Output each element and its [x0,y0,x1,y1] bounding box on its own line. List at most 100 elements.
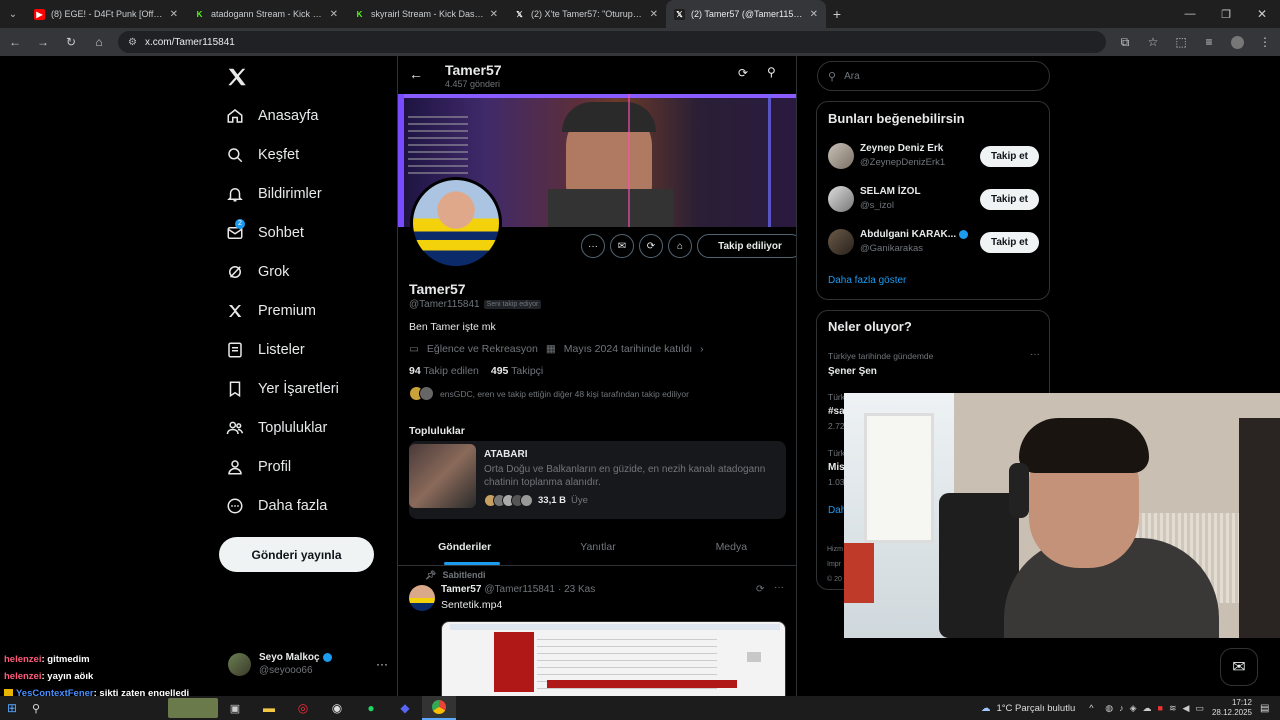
close-window-icon[interactable]: ✕ [1244,7,1280,21]
more-horizontal-icon[interactable]: ··· [774,582,784,593]
new-tab-button[interactable]: + [826,6,848,22]
task-view-icon[interactable]: ▣ [218,702,252,715]
sidebar-item-bell[interactable]: Bildirimler [212,174,397,213]
browser-tab[interactable]: 𝕏 (2) Tamer57 (@Tamer115841) / ✕ [666,0,826,28]
extensions-icon[interactable]: ⬚ [1172,33,1190,51]
sidebar-item-search[interactable]: Keşfet [212,135,397,174]
install-app-icon[interactable]: ⧉ [1116,33,1134,51]
grok-icon[interactable]: ⟳ [756,584,764,595]
profile-avatar[interactable] [410,177,502,269]
footer-link[interactable]: Impr [827,557,843,572]
grok-header-icon[interactable]: ⟳ [738,66,748,80]
tab-posts[interactable]: Gönderiler [398,528,531,565]
followers-label: Takipçi [511,365,544,377]
back-icon[interactable]: ← [6,33,24,51]
search-input[interactable]: ⚲ Ara [817,61,1050,91]
opera-icon[interactable]: ◎ [286,701,320,715]
message-button[interactable]: ✉ [610,234,634,258]
url-input[interactable]: ⚙ x.com/Tamer115841 [118,31,1106,53]
sidebar-item-people[interactable]: Topluluklar [212,408,397,447]
footer-link[interactable]: Hizm [827,542,843,557]
more-horizontal-icon[interactable]: ··· [1030,349,1040,360]
media-icon[interactable]: ≡ [1200,33,1218,51]
volume-icon: ◀ [1182,702,1190,713]
trend-item[interactable]: Türkiye tarihinde gündemde Şener Şen ··· [828,349,1040,377]
x-logo-icon[interactable] [226,66,248,88]
tab-media[interactable]: Medya [665,528,796,565]
sidebar-item-more[interactable]: Daha fazla [212,486,397,525]
tab-close-icon[interactable]: ✕ [170,9,178,20]
suggestion-row[interactable]: Zeynep Deniz Erk @ZeynepDenizErk1 Takip et [817,136,1051,179]
more-horizontal-icon[interactable]: ··· [376,657,388,671]
search-icon[interactable]: ⚲ [767,65,776,79]
home-browser-icon[interactable]: ⌂ [90,33,108,51]
back-arrow-icon[interactable]: ← [409,66,423,82]
more-options-button[interactable]: ··· [581,234,605,258]
star-icon[interactable]: ☆ [1144,33,1162,51]
restore-icon[interactable]: ❐ [1208,8,1244,21]
browser-tab[interactable]: Katadogann Stream - Kick Dashb ✕ [186,0,346,28]
tab-search-button[interactable]: ⌄ [0,0,26,28]
tab-close-icon[interactable]: ✕ [330,9,338,20]
sidebar-item-home[interactable]: Anasayfa [212,96,397,135]
browser-tab[interactable]: ▶ (8) EGE! - D4Ft Punk [Official Ly ✕ [26,0,186,28]
subscribe-button[interactable]: ⌂ [668,234,692,258]
followers-link[interactable]: 495 Takipçi [491,365,543,377]
chrome-icon[interactable] [422,696,456,720]
file-explorer-icon[interactable]: ▬ [252,701,286,715]
tray-icons[interactable]: ◍ ♪ ◈ ☁ ■ ≋ ◀ ▭ [1105,703,1204,714]
browser-menu-icon[interactable]: ⋮ [1256,33,1274,51]
site-info-icon[interactable]: ⚙ [128,37,137,48]
weather-widget[interactable]: ☁ 1°C Parçalı bulutlu [981,703,1075,714]
reload-icon[interactable]: ↻ [62,33,80,51]
sidebar-item-list[interactable]: Listeler [212,330,397,369]
obs-icon[interactable]: ◉ [320,701,354,715]
minimize-icon[interactable]: — [1172,8,1208,20]
messages-drawer-button[interactable]: ✉ [1220,648,1258,686]
tab-replies[interactable]: Yanıtlar [531,528,664,565]
community-card[interactable]: ATABARI Orta Doğu ve Balkanların en güzi… [409,441,786,519]
account-switcher[interactable]: Seyo Malkoç @seyooo66 ··· [228,648,388,680]
taskbar-app[interactable] [168,698,218,718]
discord-icon[interactable]: ◆ [388,701,422,715]
profile-category[interactable]: Eğlence ve Rekreasyon [427,343,538,355]
post-video[interactable] [441,621,786,696]
tab-close-icon[interactable]: ✕ [650,9,658,20]
browser-tab[interactable]: Kskyrairl Stream - Kick Dashboa ✕ [346,0,506,28]
spotify-icon[interactable]: ● [354,701,388,715]
sidebar-item-grok[interactable]: Grok [212,252,397,291]
tab-close-icon[interactable]: ✕ [810,9,818,20]
avatar[interactable] [409,585,435,611]
sidebar-item-bookmark[interactable]: Yer İşaretleri [212,369,397,408]
suggestion-row[interactable]: SELAM İZOL @s_izol Takip et [817,179,1051,222]
sidebar-item-x[interactable]: Premium [212,291,397,330]
tray-chevron-icon[interactable]: ^ [1089,703,1105,713]
post-button[interactable]: Gönderi yayınla [219,537,374,572]
following-button[interactable]: Takip ediliyor [697,234,796,258]
follow-button[interactable]: Takip et [980,146,1039,167]
start-icon[interactable]: ⊞ [0,696,24,720]
browser-tab[interactable]: 𝕏 (2) X'te Tamer57: "Oturup yayın ✕ [506,0,666,28]
clock[interactable]: 17:12 28.12.2025 [1212,698,1252,718]
tab-close-icon[interactable]: ✕ [490,9,498,20]
sidebar-item-person[interactable]: Profil [212,447,397,486]
follow-button[interactable]: Takip et [980,189,1039,210]
grok-button[interactable]: ⟳ [639,234,663,258]
suggestion-row[interactable]: Abdulgani KARAK... @Ganikarakas Takip et [817,222,1051,265]
notifications-icon[interactable]: ▤ [1260,703,1280,714]
followed-by-row[interactable]: ensGDC, eren ve takip ettiğin diğer 48 k… [409,386,689,401]
avatar[interactable] [828,143,854,169]
pinned-post[interactable]: 📌︎ Sabitlendi Tamer57 @Tamer115841 · 23 … [398,567,796,696]
taskbar-search-icon[interactable]: ⚲ [24,702,48,715]
avatar[interactable] [828,229,854,255]
post-date[interactable]: · 23 Kas [558,584,595,595]
profile-avatar-icon[interactable] [1228,33,1246,51]
post-author[interactable]: Tamer57 [441,584,481,595]
forward-icon[interactable]: → [34,33,52,51]
sidebar-item-mail[interactable]: 2 Sohbet [212,213,397,252]
avatar[interactable] [828,186,854,212]
community-description: Orta Doğu ve Balkanların en güzide, en n… [484,464,766,488]
follow-button[interactable]: Takip et [980,232,1039,253]
show-more-link[interactable]: Daha fazla göster [828,275,906,286]
following-link[interactable]: 94 Takip edilen [409,365,479,377]
